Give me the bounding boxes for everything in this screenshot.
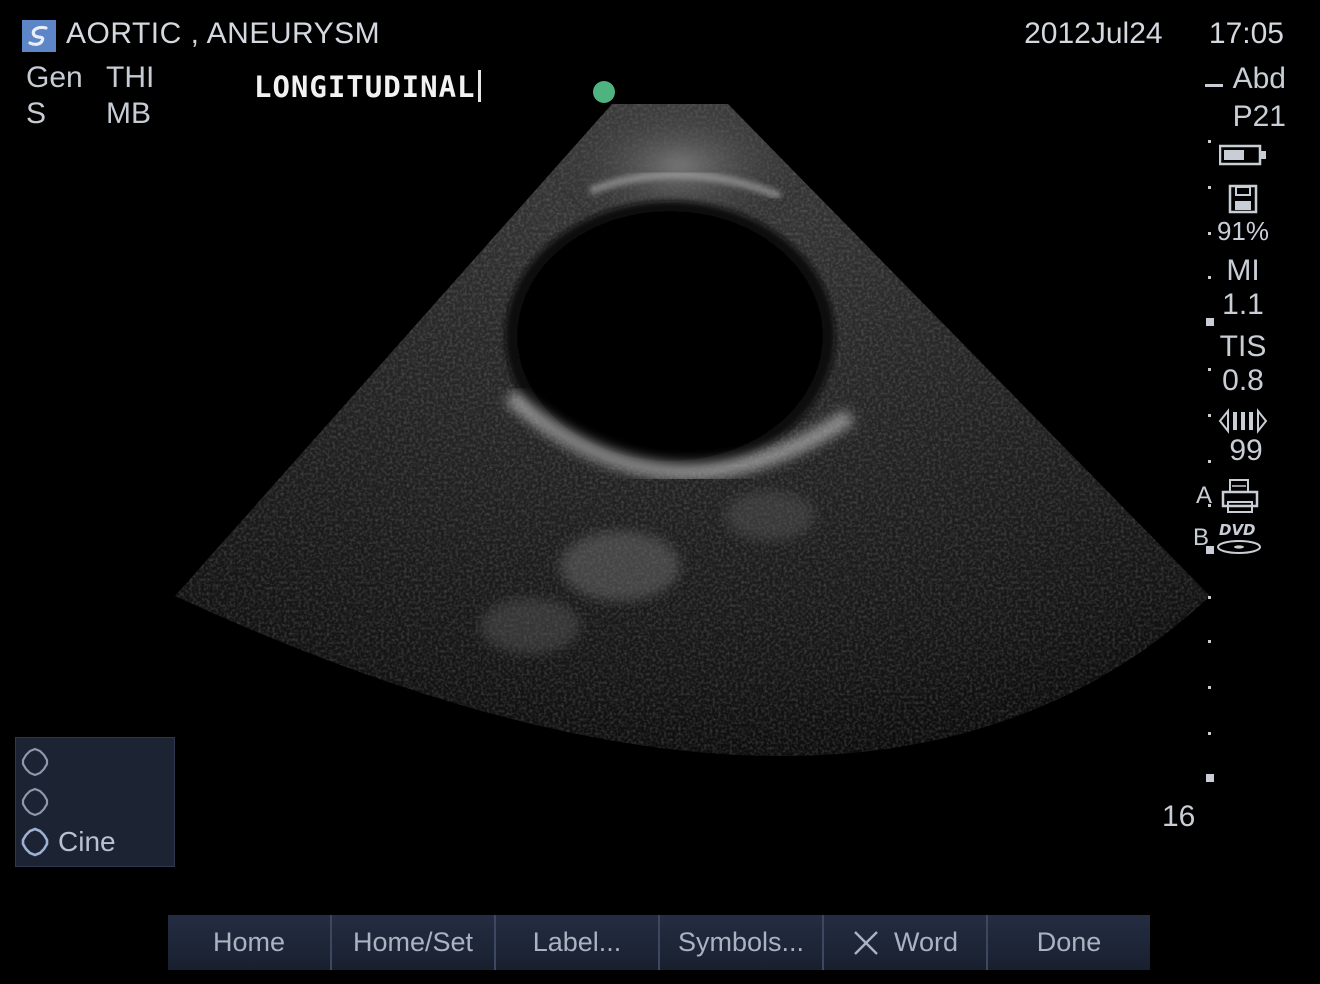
symbols-button[interactable]: Symbols...	[660, 915, 824, 970]
knob-row-2[interactable]	[20, 784, 58, 820]
label-button[interactable]: Label...	[496, 915, 660, 970]
delete-word-button-label: Word	[893, 927, 959, 957]
tis-label: TIS	[1219, 330, 1267, 363]
exam-date: 2012Jul24	[1024, 17, 1163, 50]
depth-scale	[1204, 140, 1214, 800]
exam-title: AORTIC , ANEURYSM	[66, 17, 381, 50]
storage-percent: 91%	[1216, 216, 1270, 246]
date-time: 2012Jul24 17:05	[1024, 17, 1284, 51]
mode-s: S	[26, 97, 47, 130]
printer-icon	[1221, 479, 1259, 513]
symbols-button-label: Symbols...	[677, 927, 805, 957]
ultrasound-image[interactable]	[150, 96, 1210, 816]
cine-label: Cine	[58, 826, 116, 857]
probe-info: Abd P21	[1186, 60, 1286, 136]
mode-thi: THI	[106, 61, 155, 94]
home-button[interactable]: Home	[168, 915, 332, 970]
done-button[interactable]: Done	[988, 915, 1150, 970]
dynamic-range-value: 99	[1229, 434, 1263, 467]
exam-time: 17:05	[1208, 17, 1284, 50]
control-knob-icon	[21, 787, 49, 817]
home-button-label: Home	[212, 927, 286, 957]
control-knob-panel: Cine	[15, 737, 175, 867]
delete-word-button[interactable]: Word	[824, 915, 988, 970]
svg-text:DVD: DVD	[1219, 521, 1256, 539]
done-button-label: Done	[1036, 927, 1102, 957]
home-set-button-label: Home/Set	[352, 927, 474, 957]
mi-label: MI	[1226, 254, 1260, 287]
transducer-name: P21	[1232, 100, 1286, 133]
mode-gen: Gen	[26, 61, 83, 94]
floppy-disk-icon	[1228, 184, 1258, 214]
mi-value: 1.1	[1222, 288, 1264, 321]
softkey-bar: Home Home/Set Label... Symbols... Word D…	[168, 915, 1150, 970]
cine-control[interactable]: Cine	[20, 824, 116, 860]
system-status: 91% MI 1.1 TIS 0.8 99 A B DVD	[1193, 144, 1282, 556]
dash-mark	[1204, 83, 1223, 87]
battery-icon	[1219, 144, 1266, 166]
sonosite-logo-icon	[22, 20, 56, 52]
home-set-button[interactable]: Home/Set	[332, 915, 496, 970]
close-x-icon	[854, 930, 878, 955]
exam-type: Abd	[1232, 62, 1286, 95]
depth-value: 16	[1162, 800, 1196, 833]
control-knob-icon	[21, 827, 49, 857]
knob-row-1[interactable]	[20, 744, 58, 780]
dynamic-range-icon	[1218, 408, 1268, 434]
label-button-label: Label...	[532, 927, 622, 957]
control-knob-icon	[21, 747, 49, 777]
dvd-icon: DVD	[1217, 521, 1261, 554]
tis-value: 0.8	[1222, 364, 1264, 397]
